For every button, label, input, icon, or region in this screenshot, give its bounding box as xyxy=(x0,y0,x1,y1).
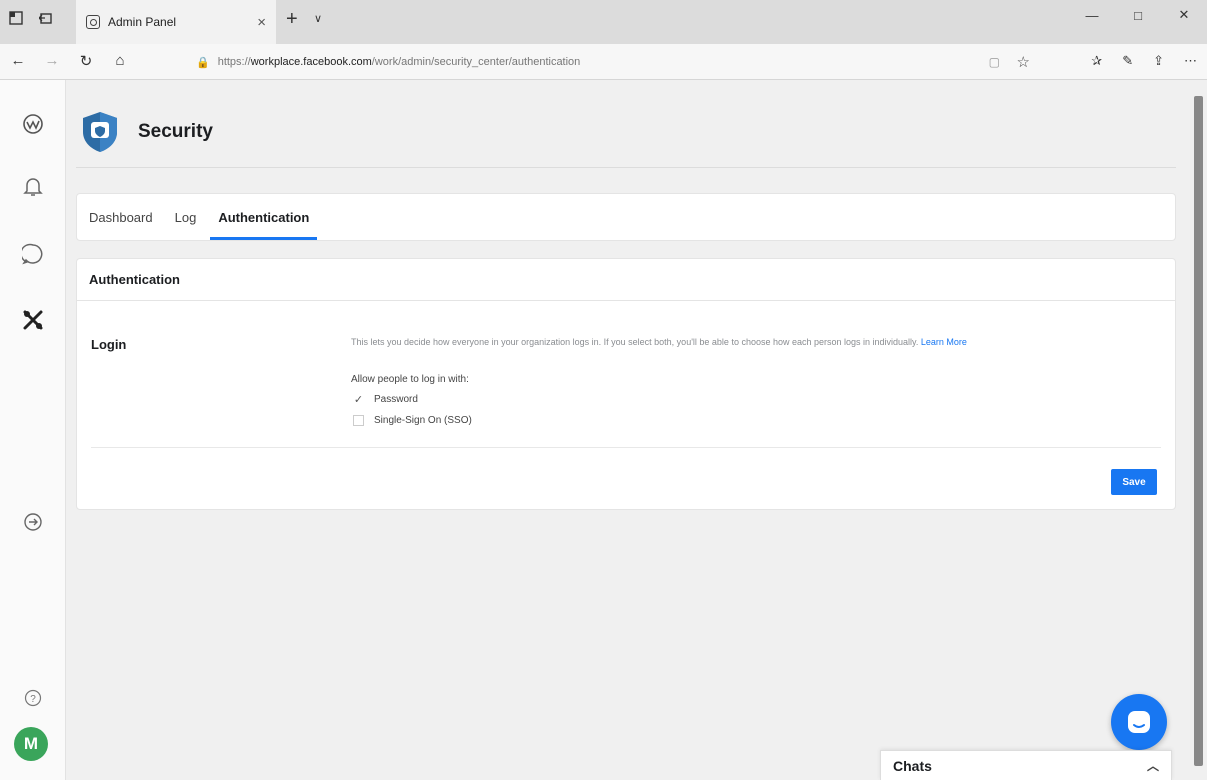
workplace-logo-icon[interactable] xyxy=(19,110,47,138)
minimize-button[interactable]: — xyxy=(1069,0,1115,30)
notifications-bell-icon[interactable] xyxy=(19,172,47,200)
address-bar-row: ← → ↻ ⌂ 🔒 https:// workplace.facebook.co… xyxy=(0,44,1207,80)
url-prefix: https:// xyxy=(217,56,251,68)
maximize-button[interactable]: □ xyxy=(1115,0,1161,30)
login-description: This lets you decide how everyone in you… xyxy=(351,335,1167,349)
allow-login-label: Allow people to log in with: xyxy=(351,374,469,385)
tabs-aside-icon[interactable] xyxy=(38,10,54,26)
tab-bar: Dashboard Log Authentication xyxy=(76,193,1176,241)
security-shield-icon xyxy=(83,111,117,152)
forward-arrow-icon[interactable]: → xyxy=(44,52,60,70)
sso-checkbox[interactable] xyxy=(353,415,364,426)
login-label: Login xyxy=(91,337,127,352)
admin-tools-icon[interactable] xyxy=(19,306,47,334)
sso-option[interactable]: Single-Sign On (SSO) xyxy=(353,415,472,426)
browser-tab-title: Admin Panel xyxy=(108,15,177,29)
learn-more-link[interactable]: Learn More xyxy=(921,337,967,347)
logout-arrow-icon[interactable] xyxy=(19,508,47,536)
more-icon[interactable]: ⋯ xyxy=(1184,53,1197,69)
favorite-star-icon[interactable]: ☆ xyxy=(1017,53,1030,71)
back-arrow-icon[interactable]: ← xyxy=(10,52,26,70)
sso-label: Single-Sign On (SSO) xyxy=(374,415,472,426)
tab-dashboard[interactable]: Dashboard xyxy=(89,194,153,240)
close-window-button[interactable]: ✕ xyxy=(1161,0,1207,30)
tab-authentication[interactable]: Authentication xyxy=(210,194,318,240)
chat-bubble-icon[interactable] xyxy=(19,240,47,268)
scrollbar-thumb[interactable] xyxy=(1194,96,1203,766)
description-text: This lets you decide how everyone in you… xyxy=(351,337,919,347)
browser-tab[interactable]: Admin Panel × xyxy=(76,0,276,44)
vertical-scrollbar[interactable] xyxy=(1190,80,1207,780)
avatar[interactable]: M xyxy=(14,727,48,761)
favorites-icon[interactable]: ✰ xyxy=(1091,53,1102,69)
chat-compose-icon xyxy=(1128,711,1150,733)
help-icon[interactable]: ? xyxy=(19,684,47,712)
share-icon[interactable]: ⇪ xyxy=(1153,53,1164,69)
tab-actions-icon[interactable] xyxy=(8,10,24,26)
url-path: /work/admin/security_center/authenticati… xyxy=(371,56,581,68)
url-field[interactable]: 🔒 https:// workplace.facebook.com /work/… xyxy=(184,49,1050,75)
card-heading: Authentication xyxy=(77,259,1175,301)
svg-text:?: ? xyxy=(30,694,36,705)
browser-title-bar: Admin Panel × + ∨ — □ ✕ xyxy=(0,0,1207,44)
reading-view-icon[interactable]: ▢ xyxy=(989,55,1000,69)
refresh-icon[interactable]: ↻ xyxy=(78,52,94,70)
save-button[interactable]: Save xyxy=(1111,469,1157,495)
chats-bar[interactable]: Chats ︿ xyxy=(880,750,1172,780)
divider xyxy=(91,447,1161,448)
tab-dropdown-icon[interactable]: ∨ xyxy=(314,12,322,25)
close-tab-icon[interactable]: × xyxy=(257,14,266,31)
security-header: Security xyxy=(76,96,1176,168)
password-label: Password xyxy=(374,394,418,405)
chats-label: Chats xyxy=(893,757,932,774)
new-tab-button[interactable]: + xyxy=(286,8,298,31)
new-chat-button[interactable] xyxy=(1111,694,1167,750)
authentication-card: Authentication Login This lets you decid… xyxy=(76,258,1176,510)
chevron-up-icon[interactable]: ︿ xyxy=(1147,757,1159,774)
password-checkbox[interactable]: ✓ xyxy=(353,394,364,406)
lock-icon: 🔒 xyxy=(196,56,210,69)
pen-icon[interactable]: ✎ xyxy=(1122,53,1133,69)
page-title: Security xyxy=(138,120,213,142)
workplace-favicon-icon xyxy=(86,15,100,29)
tab-log[interactable]: Log xyxy=(175,194,197,240)
url-domain: workplace.facebook.com xyxy=(250,56,372,68)
left-nav-rail: ? M xyxy=(0,80,66,780)
home-icon[interactable]: ⌂ xyxy=(112,52,128,70)
password-option[interactable]: ✓ Password xyxy=(353,394,418,406)
